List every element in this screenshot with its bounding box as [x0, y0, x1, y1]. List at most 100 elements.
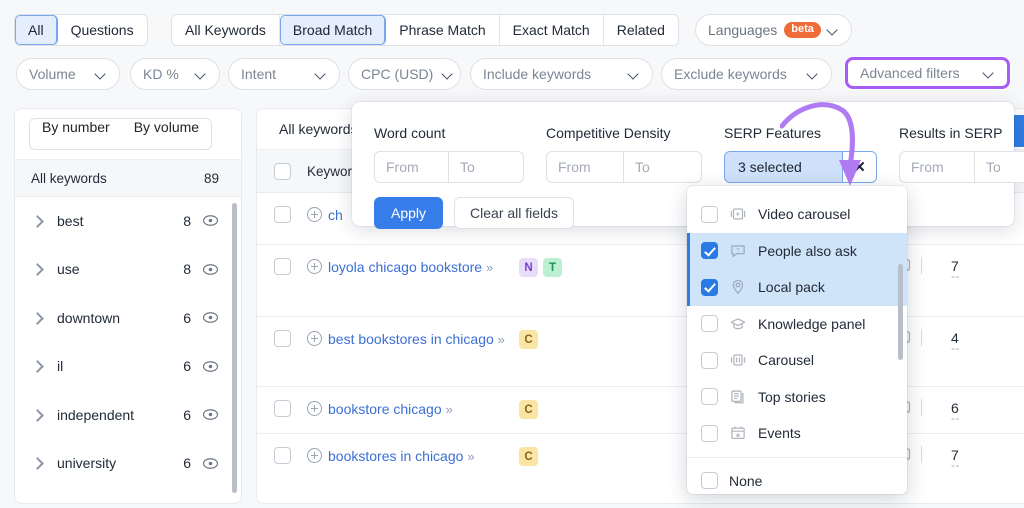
sort-by-number-button[interactable]: By number [30, 119, 122, 149]
checkbox-people-also-ask[interactable] [701, 242, 718, 259]
keyword-groups-sidebar: By number By volume All keywords 89 best… [14, 108, 242, 504]
dropdown-item-none[interactable]: None [687, 463, 907, 495]
sidebar-all-keywords-row[interactable]: All keywords 89 [15, 159, 241, 197]
tab-related-label: Related [617, 22, 665, 38]
clear-all-fields-button[interactable]: Clear all fields [454, 197, 574, 229]
intent-cell: C [519, 317, 631, 349]
checkbox-local-pack[interactable] [701, 279, 718, 296]
eye-icon[interactable] [202, 309, 219, 326]
keyword-link[interactable]: bookstore chicago [328, 401, 442, 417]
tab-phrase-match[interactable]: Phrase Match [386, 15, 499, 45]
filter-include-keywords[interactable]: Include keywords [470, 58, 653, 90]
expand-keyword-icon[interactable]: » [467, 449, 473, 464]
tab-exact-match[interactable]: Exact Match [500, 15, 604, 45]
word-count-to-input[interactable]: To [449, 152, 523, 182]
eye-icon[interactable] [202, 261, 219, 278]
eye-icon[interactable] [202, 212, 219, 229]
row-checkbox[interactable] [274, 258, 291, 275]
sidebar-item-independent[interactable]: independent 6 [15, 391, 241, 440]
intent-badge-commercial[interactable]: C [519, 400, 538, 419]
sidebar-all-keywords-label: All keywords [31, 171, 107, 186]
competitive-density-to-input[interactable]: To [624, 152, 701, 182]
sidebar-item-count: 8 [183, 213, 191, 229]
checkbox-none[interactable] [701, 472, 718, 489]
eye-icon[interactable] [202, 406, 219, 423]
add-keyword-icon[interactable] [307, 259, 322, 274]
expand-keyword-icon[interactable]: » [498, 332, 504, 347]
filter-kd-label: KD % [143, 66, 179, 82]
expand-keyword-icon[interactable]: » [446, 402, 452, 417]
intent-badge-transactional[interactable]: T [543, 258, 562, 277]
results-in-serp-to-input[interactable]: To [975, 152, 1024, 182]
filter-cpc[interactable]: CPC (USD) [348, 58, 461, 90]
dropdown-item-carousel[interactable]: Carousel [687, 342, 907, 379]
add-keyword-icon[interactable] [307, 448, 322, 463]
keyword-link[interactable]: bookstores in chicago [328, 448, 463, 464]
match-type-tabs-bar: All Questions All Keywords Broad Match P… [0, 0, 1024, 54]
filter-exclude-keywords[interactable]: Exclude keywords [661, 58, 832, 90]
intent-badge-commercial[interactable]: C [519, 447, 538, 466]
serp-features-select[interactable]: 3 selected ✕ [724, 151, 877, 183]
tab-questions[interactable]: Questions [58, 15, 147, 45]
tab-related[interactable]: Related [604, 15, 678, 45]
sidebar-item-il[interactable]: il 6 [15, 343, 241, 392]
select-all-checkbox[interactable] [274, 163, 291, 180]
filter-kd[interactable]: KD % [130, 58, 220, 90]
intent-badge-commercial[interactable]: C [519, 330, 538, 349]
eye-icon[interactable] [202, 358, 219, 375]
eye-icon[interactable] [202, 455, 219, 472]
languages-dropdown[interactable]: Languages beta [695, 14, 852, 46]
add-keyword-icon[interactable] [307, 331, 322, 346]
sidebar-scrollbar[interactable] [232, 203, 237, 493]
filter-advanced-filters[interactable]: Advanced filters [845, 57, 1010, 89]
dropdown-item-label: Carousel [758, 352, 814, 368]
intent-badge-navigational[interactable]: N [519, 258, 538, 277]
checkbox-knowledge-panel[interactable] [701, 315, 718, 332]
competitive-density-from-input[interactable]: From [547, 152, 624, 182]
keyword-link[interactable]: ch [328, 207, 343, 223]
tab-all-keywords[interactable]: All Keywords [172, 15, 280, 45]
table-row[interactable]: bookstores in chicago » C 7 0.01 7 -- [257, 434, 1024, 504]
sidebar-item-university[interactable]: university 6 [15, 440, 241, 489]
dropdown-item-label: Top stories [758, 389, 826, 405]
dropdown-item-events[interactable]: Events [687, 415, 907, 452]
row-checkbox[interactable] [274, 400, 291, 417]
dropdown-item-video-carousel[interactable]: Video carousel [687, 196, 907, 233]
filter-volume[interactable]: Volume [16, 58, 120, 90]
table-row[interactable]: best bookstores in chicago » C 8 0.00 4 … [257, 317, 1024, 387]
add-keyword-icon[interactable] [307, 207, 322, 222]
dropdown-item-top-stories[interactable]: Top stories [687, 379, 907, 416]
chevron-down-icon [196, 69, 207, 80]
apply-button[interactable]: Apply [374, 197, 443, 229]
field-label-word-count: Word count [374, 125, 524, 141]
sidebar-item-use[interactable]: use 8 [15, 246, 241, 295]
sidebar-item-best[interactable]: best 8 [15, 197, 241, 246]
dropdown-item-knowledge-panel[interactable]: Knowledge panel [687, 306, 907, 343]
sort-by-volume-label: By volume [134, 119, 199, 135]
results-in-serp-from-input[interactable]: From [900, 152, 975, 182]
checkbox-top-stories[interactable] [701, 388, 718, 405]
add-keyword-icon[interactable] [307, 401, 322, 416]
table-row[interactable]: bookstore chicago » C 8 0.01 6 -- [257, 387, 1024, 434]
sidebar-item-count: 6 [183, 358, 191, 374]
expand-keyword-icon[interactable]: » [486, 260, 492, 275]
tab-broad-match[interactable]: Broad Match [280, 15, 386, 45]
checkbox-carousel[interactable] [701, 352, 718, 369]
sidebar-item-downtown[interactable]: downtown 6 [15, 294, 241, 343]
row-checkbox[interactable] [274, 330, 291, 347]
dropdown-item-people-also-ask[interactable]: ? People also ask [687, 233, 907, 270]
word-count-from-input[interactable]: From [375, 152, 449, 182]
tab-all[interactable]: All [15, 15, 58, 45]
table-row[interactable]: loyola chicago bookstore » N T 1. 0.13 7 [257, 245, 1024, 317]
row-checkbox[interactable] [274, 206, 291, 223]
dropdown-scrollbar[interactable] [898, 264, 903, 360]
dropdown-item-local-pack[interactable]: Local pack [687, 269, 907, 306]
checkbox-video-carousel[interactable] [701, 206, 718, 223]
keyword-link[interactable]: best bookstores in chicago [328, 331, 494, 347]
keyword-link[interactable]: loyola chicago bookstore [328, 259, 482, 275]
filter-intent[interactable]: Intent [228, 58, 340, 90]
checkbox-events[interactable] [701, 425, 718, 442]
sort-by-volume-button[interactable]: By volume [122, 119, 211, 149]
row-checkbox[interactable] [274, 447, 291, 464]
clear-serp-features-icon[interactable]: ✕ [843, 152, 876, 182]
